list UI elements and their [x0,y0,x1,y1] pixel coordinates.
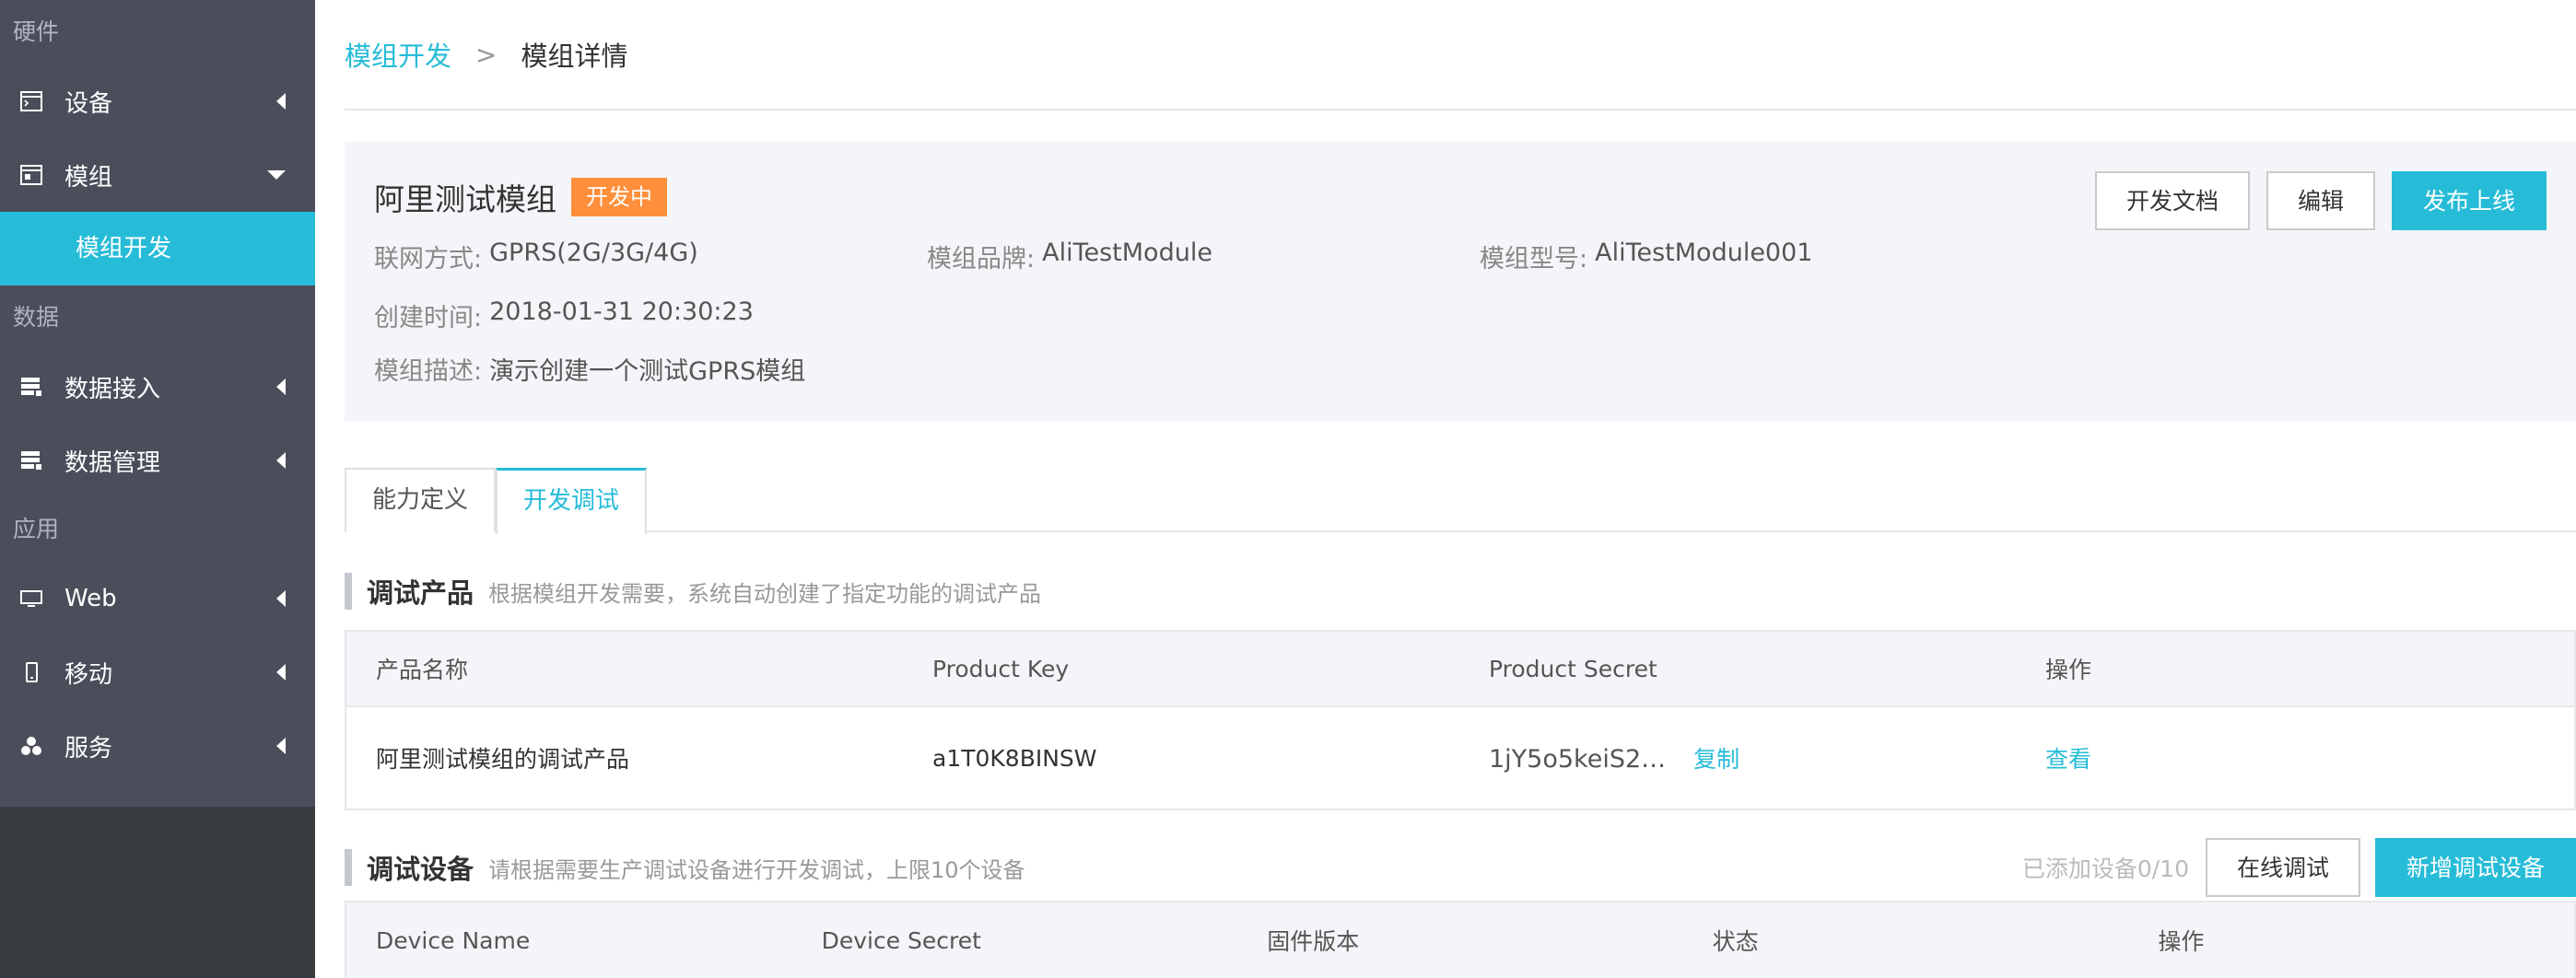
edit-button[interactable]: 编辑 [2266,171,2375,230]
action-cell: 查看 [2016,741,2572,774]
brand-value: AliTestModule [1042,238,1212,267]
sidebar-item-module[interactable]: 模组 [0,138,315,212]
debug-product-header: 调试产品 根据模组开发需要，系统自动创建了指定功能的调试产品 [345,573,2576,610]
description-label: 模组描述: [374,356,483,386]
column-header: Product Key [932,655,1070,682]
network-field: 联网方式: GPRS(2G/3G/4G) [374,239,927,274]
chevron-left-icon [276,93,286,110]
section-title: 调试设备 [367,854,474,885]
breadcrumb: 模组开发 > 模组详情 [345,0,2576,111]
sidebar-nav: 硬件 设备 模组 模组开发 数据 数据接入 数据管理 应用 Web 移动 服务 [0,0,315,807]
server-icon [18,374,44,400]
sidebar-item-service[interactable]: 服务 [0,709,315,783]
online-debug-button[interactable]: 在线调试 [2205,838,2360,897]
debug-device-header: 调试设备 请根据需要生产调试设备进行开发调试，上限10个设备 [345,849,1025,886]
product-name-cell: 阿里测试模组的调试产品 [376,746,630,773]
brand-field: 模组品牌: AliTestModule [927,239,1480,274]
sidebar: 硬件 设备 模组 模组开发 数据 数据接入 数据管理 应用 Web 移动 服务 [0,0,315,978]
created-value: 2018-01-31 20:30:23 [489,297,754,326]
copy-link[interactable]: 复制 [1693,746,1739,773]
column-header: 产品名称 [376,657,469,683]
column-header: Device Secret [821,926,981,954]
chevron-left-icon [276,452,286,469]
debug-device-bar: 调试设备 请根据需要生产调试设备进行开发调试，上限10个设备 已添加设备0/10… [345,838,2576,897]
server-icon [18,448,44,473]
column-header: Device Name [376,926,531,954]
dev-docs-button[interactable]: 开发文档 [2094,171,2250,230]
sidebar-section-hardware: 硬件 [13,18,60,45]
cubes-icon [18,733,44,759]
column-header: 操作 [2045,657,2092,683]
description-field: 模组描述: 演示创建一个测试GPRS模组 [374,351,805,387]
sidebar-item-data-manage[interactable]: 数据管理 [0,424,315,497]
chevron-left-icon [276,738,286,754]
network-value: GPRS(2G/3G/4G) [489,238,698,267]
chevron-left-icon [276,590,286,607]
created-label: 创建时间: [374,303,483,332]
column-header: 状态 [1712,928,1759,955]
model-field: 模组型号: AliTestModule001 [1480,239,1812,274]
sidebar-item-mobile[interactable]: 移动 [0,635,315,709]
chevron-down-icon [267,170,286,180]
column-header: 固件版本 [1267,928,1360,955]
monitor-icon [18,586,44,611]
add-debug-device-button[interactable]: 新增调试设备 [2374,838,2576,897]
description-value: 演示创建一个测试GPRS模组 [489,356,806,386]
section-description: 请根据需要生产调试设备进行开发调试，上限10个设备 [488,856,1025,883]
model-label: 模组型号: [1480,244,1588,274]
sidebar-item-label: 模组 [64,163,113,192]
section-title: 调试产品 [367,577,474,609]
model-value: AliTestModule001 [1595,238,1813,267]
table-row: 阿里测试模组的调试产品 a1T0K8BINSW 1jY5o5keiS2… 复制 … [346,705,2574,809]
sidebar-item-data-ingest[interactable]: 数据接入 [0,350,315,424]
brand-label: 模组品牌: [927,244,1036,274]
window-icon [18,162,44,188]
created-field: 创建时间: 2018-01-31 20:30:23 [374,297,754,333]
sidebar-section-data: 数据 [13,304,60,331]
sidebar-item-label: 移动 [64,660,113,689]
breadcrumb-separator: > [475,39,498,70]
sidebar-item-label: Web [64,585,117,612]
sidebar-item-label: 数据管理 [64,448,161,477]
network-label: 联网方式: [374,244,483,274]
main-content: 模组开发 > 模组详情 阿里测试模组 开发中 开发文档 编辑 发布上线 联网方式… [345,0,2576,978]
column-header: Product Secret [1489,655,1657,682]
tab-bar: 能力定义 开发调试 [345,468,2576,534]
device-count: 已添加设备0/10 [2021,856,2189,882]
module-info-panel: 阿里测试模组 开发中 开发文档 编辑 发布上线 联网方式: GPRS(2G/3G… [345,142,2576,422]
breadcrumb-current: 模组详情 [521,41,628,72]
debug-device-actions: 已添加设备0/10 在线调试 新增调试设备 [2022,838,2576,897]
debug-product-table: 产品名称 Product Key Product Secret 操作 阿里测试模… [345,630,2576,810]
chevron-left-icon [276,664,286,681]
product-secret-value: 1jY5o5keiS2… [1489,745,1667,774]
product-secret-cell: 1jY5o5keiS2… 复制 [1459,741,2016,774]
sidebar-section-app: 应用 [13,516,60,542]
sidebar-subitem-module-dev[interactable]: 模组开发 [0,212,315,285]
view-link[interactable]: 查看 [2045,746,2091,773]
column-header: 操作 [2158,928,2205,955]
module-actions: 开发文档 编辑 发布上线 [2094,171,2547,230]
sidebar-item-label: 服务 [64,734,113,763]
publish-button[interactable]: 发布上线 [2391,171,2547,230]
sidebar-item-label: 设备 [64,89,113,118]
sidebar-item-label: 数据接入 [64,375,161,403]
debug-device-table: Device Name Device Secret 固件版本 状态 操作 [345,901,2576,978]
module-title: 阿里测试模组 [374,181,556,217]
sidebar-item-web[interactable]: Web [0,562,315,635]
table-header: 产品名称 Product Key Product Secret 操作 [346,632,2574,705]
section-description: 根据模组开发需要，系统自动创建了指定功能的调试产品 [488,580,1042,607]
tab-capability[interactable]: 能力定义 [345,468,496,532]
chevron-left-icon [276,378,286,395]
table-header: Device Name Device Secret 固件版本 状态 操作 [346,902,2574,978]
status-badge: 开发中 [571,178,667,216]
breadcrumb-parent-link[interactable]: 模组开发 [345,35,451,74]
terminal-icon [18,88,44,114]
phone-icon [18,659,44,685]
sidebar-item-device[interactable]: 设备 [0,64,315,138]
product-key-cell: a1T0K8BINSW [932,744,1097,772]
tab-dev-debug[interactable]: 开发调试 [496,468,647,534]
